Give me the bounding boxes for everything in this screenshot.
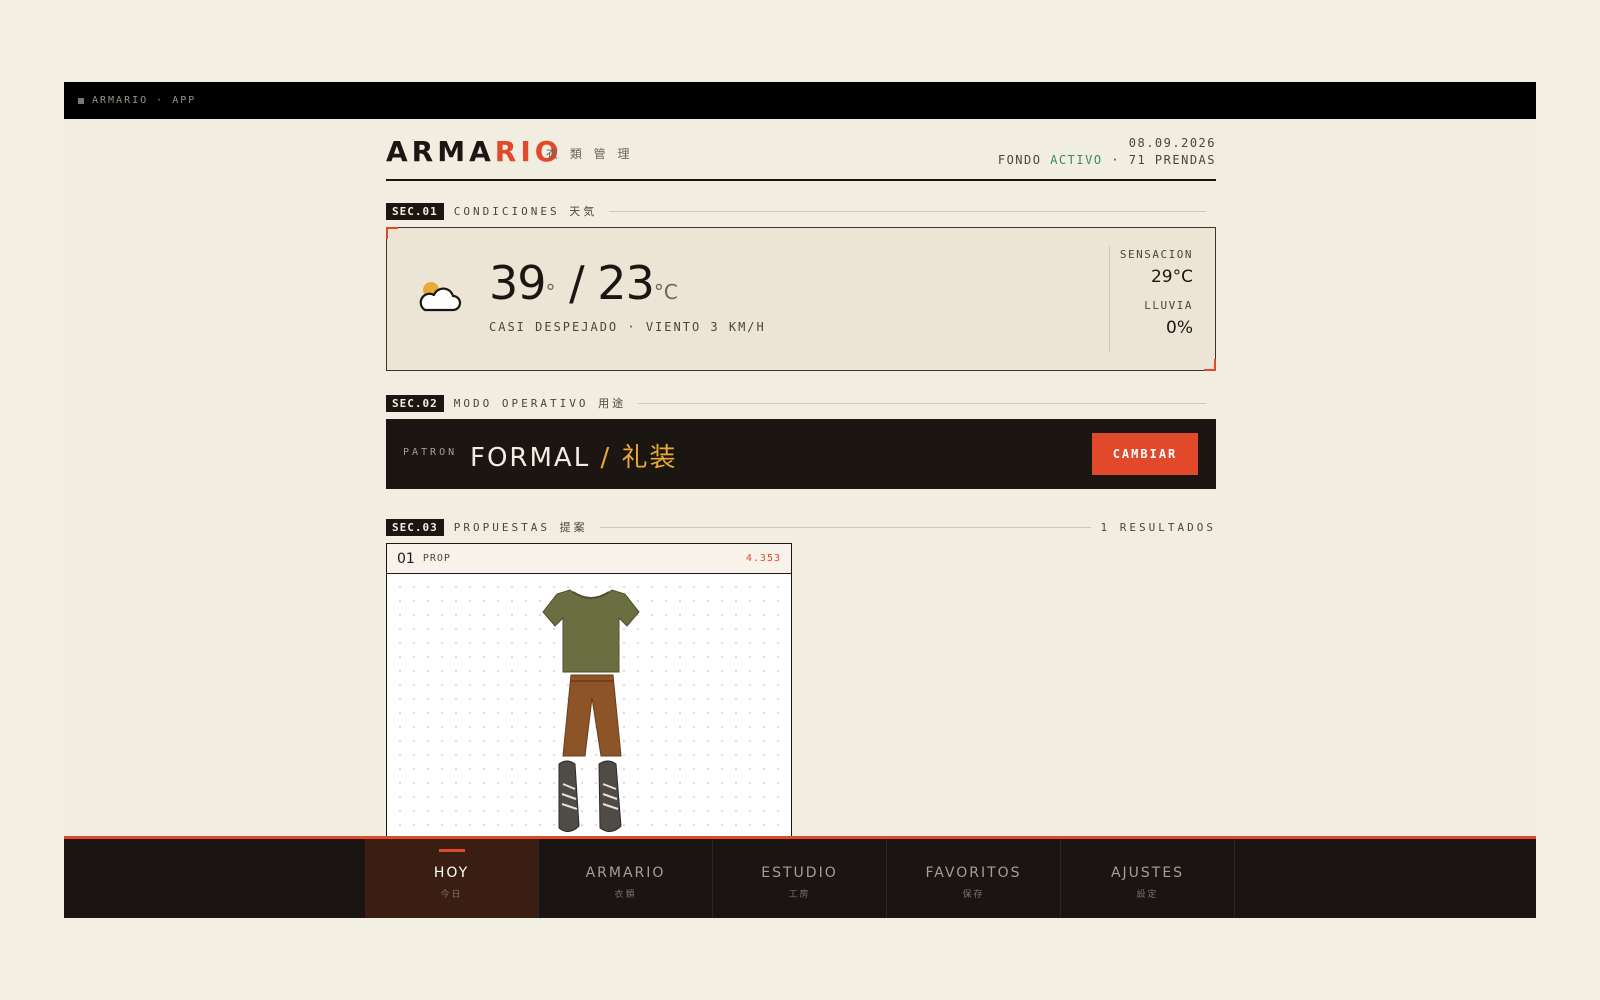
nav-sublabel: 設定 [1136, 890, 1159, 900]
app-bar-title: ARMARIO · APP [92, 95, 197, 106]
corner-accent [386, 227, 398, 239]
section-badge: SEC.01 [386, 202, 444, 220]
logo-subtitle: 衣 類 管 理 [546, 147, 634, 161]
logo: ARMARIO [386, 135, 563, 168]
rain-value: 0% [1166, 318, 1193, 338]
outfit-proposal-card[interactable]: 01 PROP 4.353 [386, 543, 792, 844]
nav-items: HOY 今日 ARMARIO 衣類 ESTUDIO 工房 FAVORITOS 保… [365, 839, 1235, 918]
outfit-preview [387, 574, 791, 844]
nav-label: ARMARIO [585, 865, 666, 881]
nav-label: HOY [433, 865, 470, 881]
nav-label: FAVORITOS [925, 865, 1022, 881]
temp-high-unit: ° [545, 280, 556, 304]
proposal-score: 4.353 [745, 553, 781, 564]
bottom-navigation: HOY 今日 ARMARIO 衣類 ESTUDIO 工房 FAVORITOS 保… [64, 836, 1536, 918]
temp-low: 23 [597, 256, 655, 310]
temp-high: 39 [489, 256, 547, 310]
nav-item-ajustes[interactable]: AJUSTES 設定 [1061, 839, 1235, 918]
grey-sneakers-icon [558, 760, 622, 832]
feels-like-label: SENSACION [1119, 248, 1193, 261]
section-divider [609, 210, 1206, 212]
app-window: ARMARIO · APP ARMARIO 衣 類 管 理 08.09.2026… [64, 82, 1536, 918]
temp-separator: / [569, 256, 584, 310]
partly-cloudy-icon [419, 282, 462, 312]
change-mode-button[interactable]: CAMBIAR [1092, 433, 1198, 475]
header-date: 08.09.2026 [1128, 136, 1216, 150]
section-badge: SEC.02 [386, 394, 444, 412]
temp-low-unit: °C [653, 280, 678, 304]
header-status: 08.09.2026 FONDO ACTIVO · 71 PRENDAS [998, 135, 1216, 169]
nav-sublabel: 衣類 [614, 890, 637, 900]
header-inventory: FONDO ACTIVO · 71 PRENDAS [997, 153, 1216, 167]
mode-panel: PATRON FORMAL / 礼装 CAMBIAR [386, 419, 1216, 489]
proposal-tag: PROP [422, 553, 451, 564]
section-badge: SEC.03 [386, 518, 444, 536]
square-icon [78, 97, 84, 104]
olive-tshirt-icon [542, 589, 640, 673]
main-content: ARMARIO 衣 類 管 理 08.09.2026 FONDO ACTIVO … [386, 119, 1216, 844]
section-divider [638, 402, 1206, 404]
card-header: 01 PROP 4.353 [387, 544, 791, 574]
temperature-range: 39° / 23°C [489, 256, 678, 310]
mode-value: FORMAL / 礼装 [470, 443, 678, 473]
results-count: 1 RESULTADOS [1100, 520, 1216, 534]
section-title: MODO OPERATIVO 用途 [453, 397, 627, 410]
nav-item-estudio[interactable]: ESTUDIO 工房 [713, 839, 887, 918]
feels-like-value: 29°C [1150, 267, 1193, 287]
proposal-number: 01 [397, 550, 415, 567]
nav-sublabel: 工房 [788, 890, 811, 900]
nav-sublabel: 保存 [962, 890, 985, 900]
weather-condition: CASI DESPEJADO · VIENTO 3 KM/H [489, 320, 766, 334]
page-header: ARMARIO 衣 類 管 理 08.09.2026 FONDO ACTIVO … [386, 119, 1216, 181]
app-top-bar: ARMARIO · APP [64, 82, 1536, 119]
section-header-proposals: SEC.03 PROPUESTAS 提案 1 RESULTADOS [386, 518, 1216, 536]
weather-details: SENSACION 29°C LLUVIA 0% [1109, 246, 1215, 352]
section-title: PROPUESTAS 提案 [453, 521, 588, 534]
active-indicator [439, 849, 465, 852]
nav-label: ESTUDIO [761, 865, 838, 881]
mode-label: PATRON [403, 447, 458, 458]
outfit-illustration [542, 589, 640, 832]
section-header-conditions: SEC.01 CONDICIONES 天気 [386, 202, 1216, 220]
section-title: CONDICIONES 天気 [453, 205, 598, 218]
section-header-mode: SEC.02 MODO OPERATIVO 用途 [386, 394, 1216, 412]
nav-item-armario[interactable]: ARMARIO 衣類 [539, 839, 713, 918]
section-divider [599, 526, 1091, 528]
weather-panel: 39° / 23°C CASI DESPEJADO · VIENTO 3 KM/… [386, 227, 1216, 371]
nav-label: AJUSTES [1110, 865, 1185, 881]
nav-item-favoritos[interactable]: FAVORITOS 保存 [887, 839, 1061, 918]
rain-label: LLUVIA [1144, 299, 1193, 312]
brown-trousers-icon [562, 674, 622, 757]
nav-sublabel: 今日 [440, 890, 463, 900]
corner-accent [1204, 359, 1216, 371]
nav-item-hoy[interactable]: HOY 今日 [365, 839, 539, 918]
